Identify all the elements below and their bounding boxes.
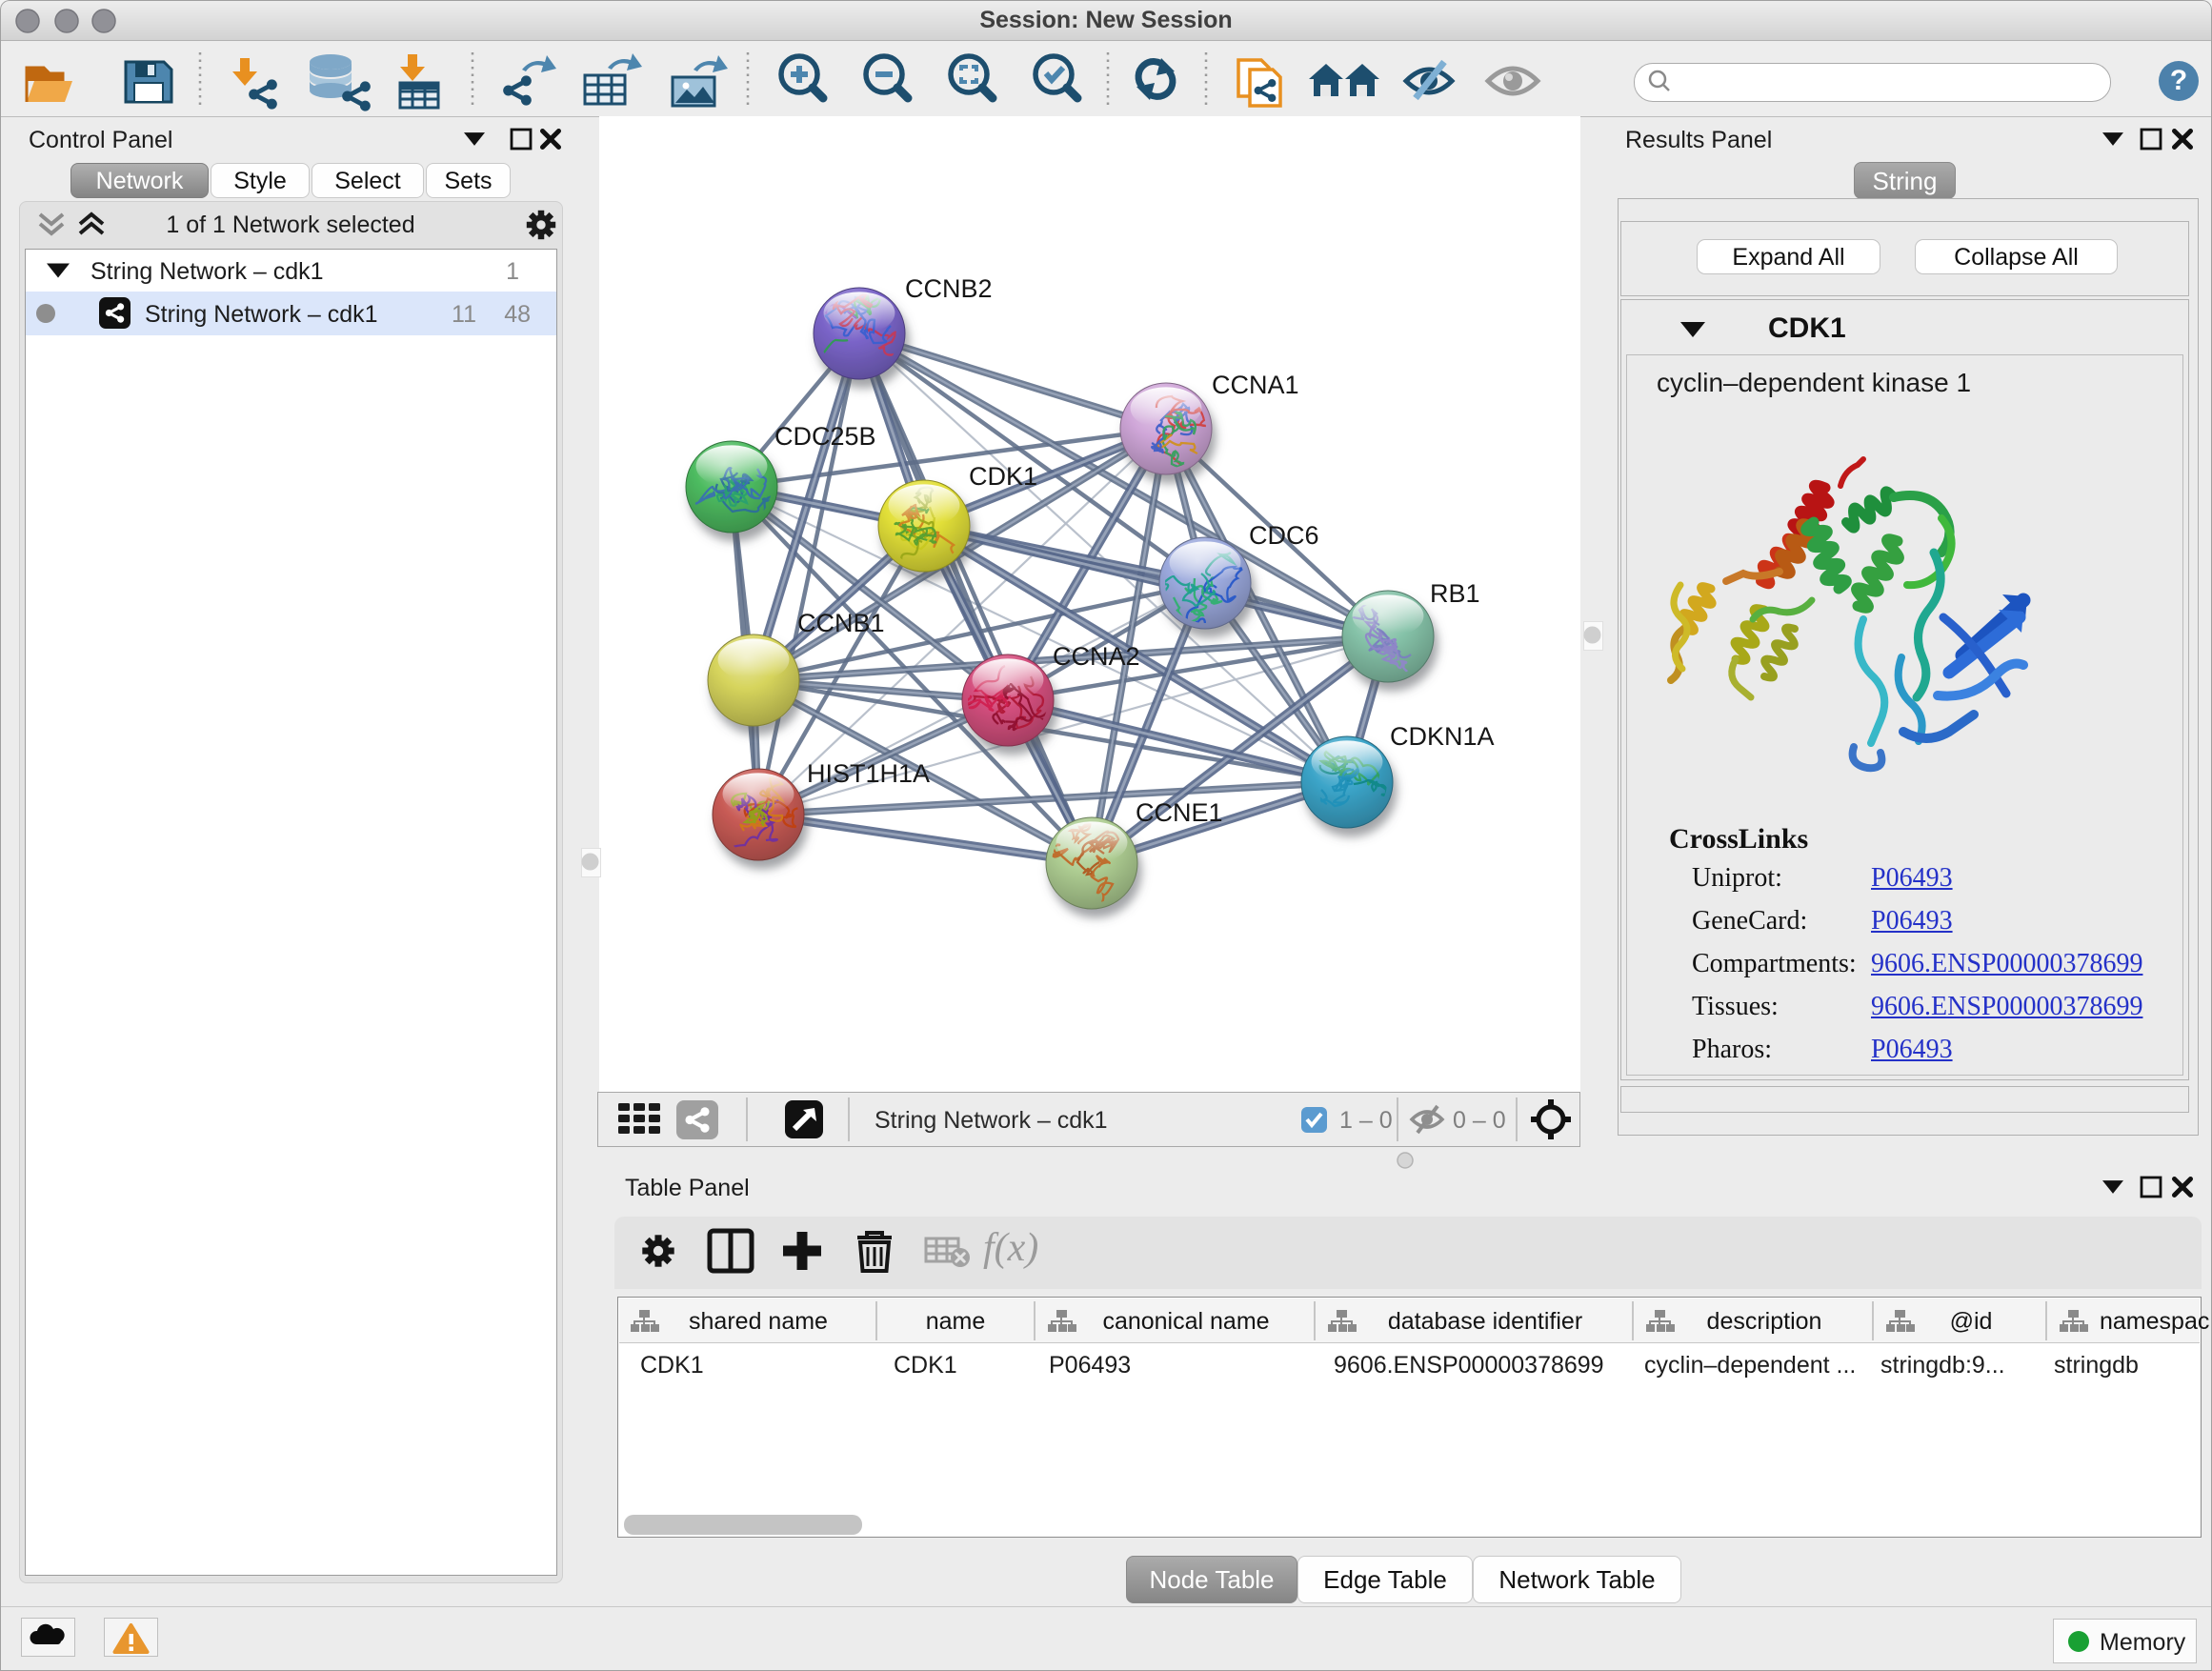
svg-text:CCNA2: CCNA2	[1053, 642, 1140, 671]
svg-text:CCNE1: CCNE1	[1136, 798, 1223, 827]
svg-text:CCNA1: CCNA1	[1212, 371, 1299, 399]
svg-text:HIST1H1A: HIST1H1A	[807, 759, 930, 788]
svg-text:CDC25B: CDC25B	[774, 422, 876, 451]
svg-text:RB1: RB1	[1430, 579, 1480, 608]
svg-text:CDK1: CDK1	[969, 462, 1037, 491]
svg-text:CDKN1A: CDKN1A	[1390, 722, 1495, 751]
svg-text:CCNB1: CCNB1	[797, 609, 885, 637]
svg-text:CDC6: CDC6	[1249, 521, 1319, 550]
svg-text:CCNB2: CCNB2	[905, 274, 993, 303]
